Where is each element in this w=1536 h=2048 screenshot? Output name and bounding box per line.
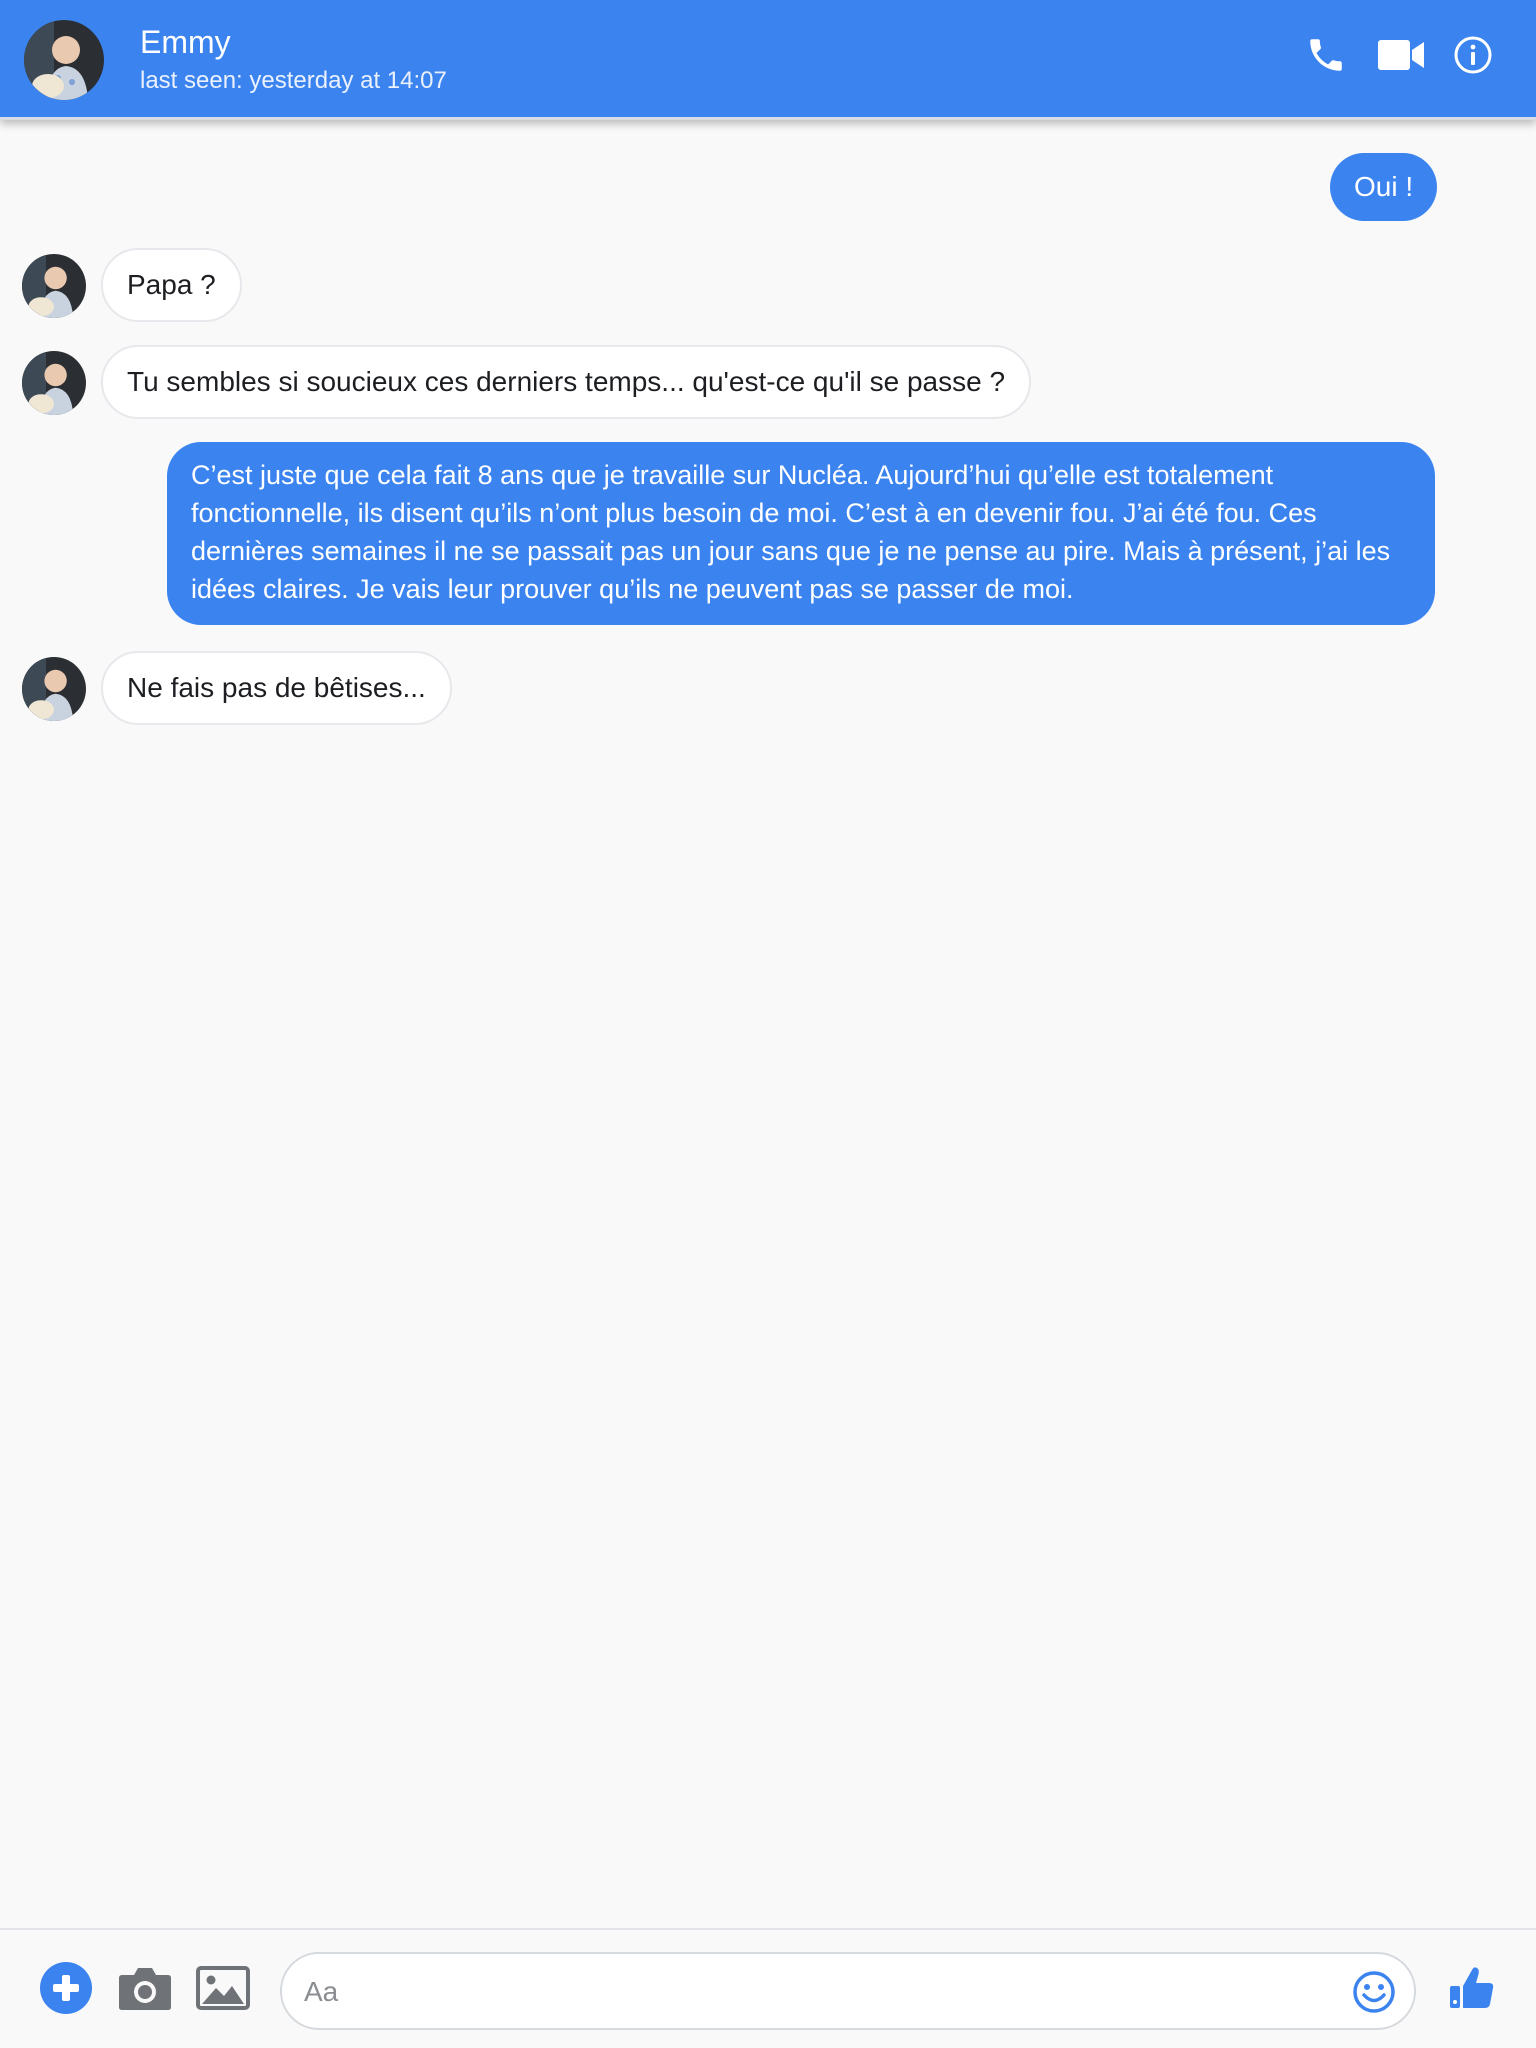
message-row-outgoing: C’est juste que cela fait 8 ans que je t…: [167, 442, 1435, 625]
video-camera-icon[interactable]: [1376, 30, 1428, 80]
chat-header: Emmy last seen: yesterday at 14:07: [0, 0, 1536, 120]
emoji-icon[interactable]: [1352, 1970, 1396, 2014]
message-bubble-incoming[interactable]: Papa ?: [101, 248, 242, 322]
plus-icon[interactable]: [38, 1960, 94, 2016]
message-bubble-outgoing[interactable]: C’est juste que cela fait 8 ans que je t…: [167, 442, 1435, 625]
message-input[interactable]: [302, 1964, 1306, 2020]
info-icon[interactable]: [1448, 30, 1498, 80]
message-input-container: [280, 1952, 1416, 2030]
message-bubble-outgoing[interactable]: Oui !: [1330, 153, 1438, 221]
phone-icon[interactable]: [1302, 30, 1350, 80]
contact-name: Emmy: [140, 24, 231, 60]
image-icon[interactable]: [194, 1962, 252, 2014]
message-composer: [0, 1928, 1536, 2048]
sender-avatar[interactable]: [22, 254, 86, 318]
last-seen-status: last seen: yesterday at 14:07: [140, 67, 447, 94]
message-bubble-incoming[interactable]: Tu sembles si soucieux ces derniers temp…: [101, 345, 1032, 419]
sender-avatar[interactable]: [22, 657, 86, 721]
contact-avatar[interactable]: [24, 20, 104, 100]
sender-avatar[interactable]: [22, 351, 86, 415]
thumbs-up-icon[interactable]: [1446, 1962, 1498, 2014]
camera-icon[interactable]: [116, 1962, 174, 2014]
message-bubble-incoming[interactable]: Ne fais pas de bêtises...: [101, 651, 452, 725]
message-row-outgoing: Oui !: [1330, 153, 1438, 221]
